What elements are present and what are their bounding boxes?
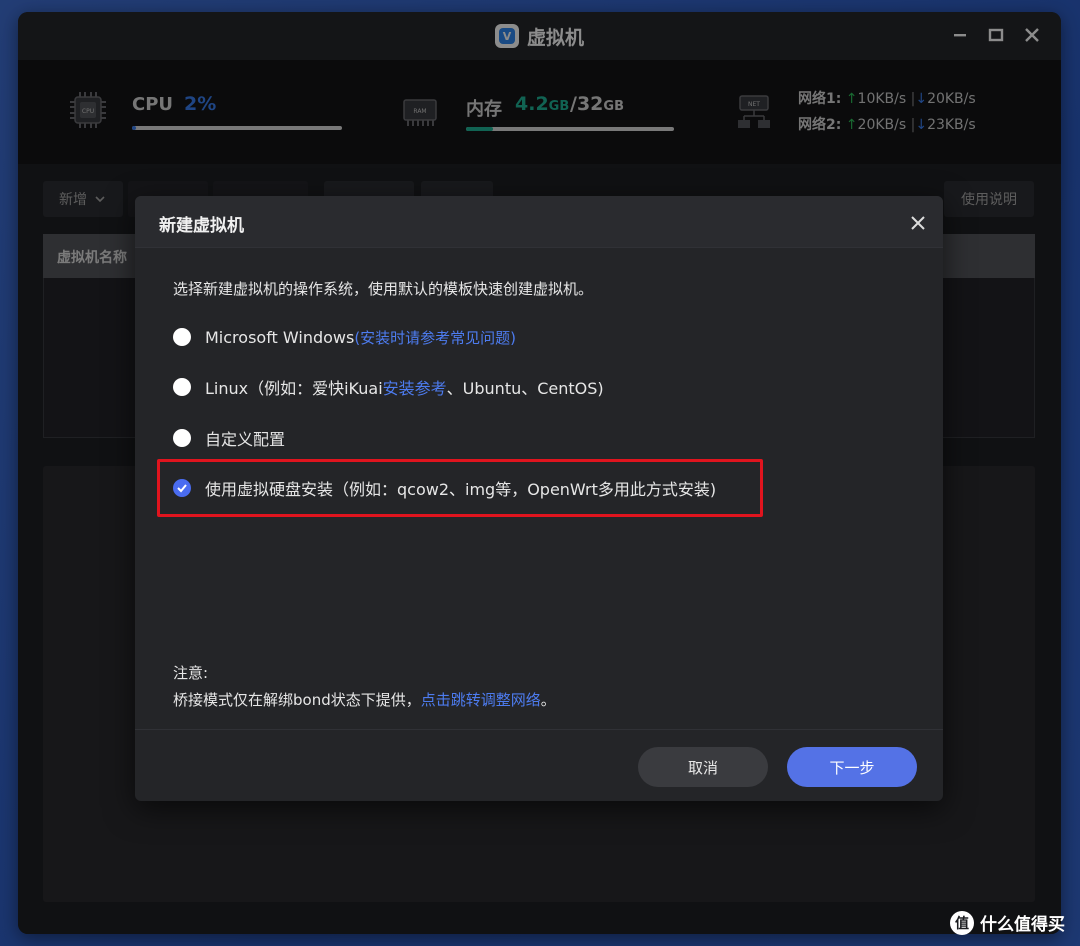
watermark-text: 什么值得买 — [980, 915, 1065, 935]
option-linux[interactable]: Linux（例如：爱快iKuai 安装参考 、Ubuntu、CentOS) — [173, 374, 604, 400]
close-icon — [911, 216, 925, 230]
note-line: 桥接模式仅在解绑bond状态下提供，点击跳转调整网络。 — [173, 687, 556, 714]
watermark-logo-icon: 值 — [950, 910, 974, 935]
dialog-footer: 取消 下一步 — [135, 729, 943, 801]
cancel-button[interactable]: 取消 — [638, 747, 768, 787]
option-custom[interactable]: 自定义配置 — [173, 425, 285, 451]
dialog-header: 新建虚拟机 — [135, 196, 943, 248]
radio-windows[interactable] — [173, 328, 191, 346]
windows-faq-link[interactable]: (安装时请参考常见问题) — [354, 327, 516, 348]
option-custom-label: 自定义配置 — [205, 430, 286, 449]
option-windows[interactable]: Microsoft Windows (安装时请参考常见问题) — [173, 324, 516, 350]
radio-custom[interactable] — [173, 429, 191, 447]
radio-linux[interactable] — [173, 378, 191, 396]
note-text: 桥接模式仅在解绑bond状态下提供， — [173, 691, 421, 709]
option-linux-suffix: 、Ubuntu、CentOS) — [446, 379, 604, 398]
highlight-annotation — [157, 459, 763, 517]
note-end: 。 — [540, 691, 556, 709]
dialog-title: 新建虚拟机 — [159, 216, 244, 236]
adjust-network-link[interactable]: 点击跳转调整网络 — [421, 691, 541, 709]
option-windows-label: Microsoft Windows — [205, 327, 355, 347]
dialog-description: 选择新建虚拟机的操作系统，使用默认的模板快速创建虚拟机。 — [173, 280, 594, 298]
note-section: 注意: 桥接模式仅在解绑bond状态下提供，点击跳转调整网络。 — [173, 660, 556, 714]
watermark: 值 什么值得买 — [950, 910, 1065, 935]
dialog-close-button[interactable] — [907, 212, 929, 234]
ikuai-install-link[interactable]: 安装参考 — [383, 375, 447, 399]
note-title: 注意: — [173, 664, 209, 682]
new-vm-dialog: 新建虚拟机 选择新建虚拟机的操作系统，使用默认的模板快速创建虚拟机。 Micro… — [135, 196, 943, 801]
option-linux-label: Linux（例如：爱快iKuai — [205, 379, 383, 398]
next-button[interactable]: 下一步 — [787, 747, 917, 787]
